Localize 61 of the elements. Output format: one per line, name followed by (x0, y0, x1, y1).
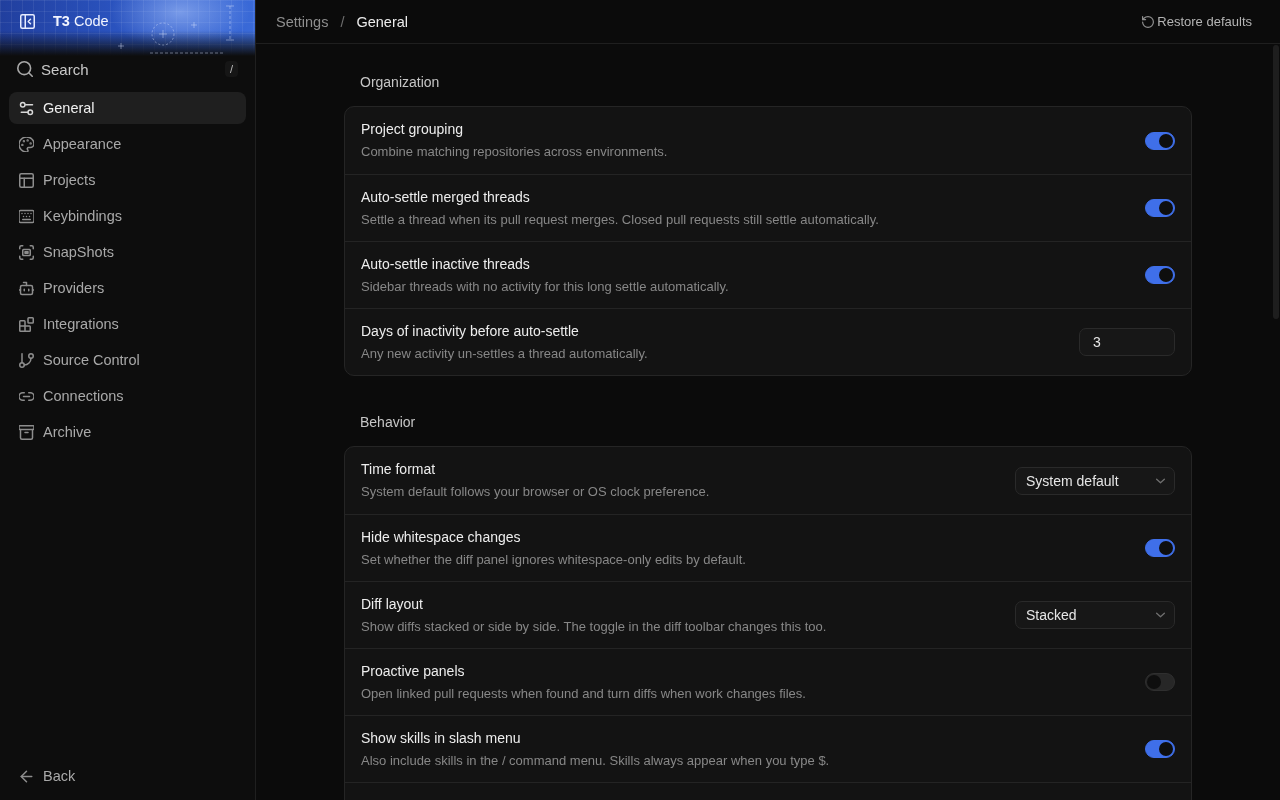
blocks-icon (19, 316, 34, 332)
branch-icon (19, 352, 34, 368)
setting-title: Days of inactivity before auto-settle (361, 321, 580, 340)
collapse-sidebar-icon[interactable] (20, 14, 35, 29)
sidebar-item[interactable]: Source Control (9, 344, 246, 376)
layout-icon (19, 172, 34, 188)
setting-title: Hide whitespace changes (361, 527, 522, 546)
setting-description: Any new activity un-settles a thread automatically. (361, 344, 649, 363)
chevron-down-icon (1156, 612, 1165, 618)
toggle-switch[interactable] (1145, 673, 1175, 691)
breadcrumb-separator: / (340, 13, 345, 30)
sidebar-item[interactable]: Integrations (9, 308, 246, 340)
back-button[interactable]: Back (9, 760, 246, 792)
setting-title: Diff layout (361, 594, 424, 613)
setting-description: System default follows your browser or OS clock preference. (361, 483, 711, 501)
dropdown-select[interactable]: Stacked (1015, 601, 1175, 629)
setting-description: Also include skills in the / command menu. Skills always appear when you type $. (361, 751, 831, 770)
restore-defaults-button[interactable]: Restore defaults (1142, 14, 1252, 29)
toggle-switch[interactable] (1145, 131, 1175, 150)
sidebar-item[interactable]: Appearance (9, 128, 246, 160)
setting-title: Auto-settle inactive threads (361, 254, 531, 273)
setting-description: Set whether the diff panel ignores whitespace-only edits by default. (361, 550, 747, 569)
setting-description: Sidebar threads with no activity for this long settle automatically. (361, 277, 730, 296)
breadcrumb-link[interactable]: Settings (276, 13, 329, 30)
section-heading: Behavior (359, 413, 417, 431)
app-title: T3 Code (53, 13, 109, 30)
number-input[interactable]: 3 (1079, 328, 1175, 356)
toggle-switch[interactable] (1145, 199, 1175, 217)
archive-icon (19, 424, 34, 440)
toggle-switch[interactable] (1145, 740, 1175, 758)
sliders-icon (19, 100, 34, 116)
sidebar-item[interactable]: Keybindings (9, 200, 246, 232)
setting-description: Settle a thread when its pull request merges. Closed pull requests still settle automatically. (361, 210, 880, 229)
setting-title: Auto-settle merged threads (361, 187, 531, 206)
sidebar-item[interactable]: Connections (9, 380, 246, 412)
scan-frame-icon (19, 244, 34, 260)
toggle-switch[interactable] (1145, 539, 1175, 557)
breadcrumb-current: General (356, 13, 409, 30)
setting-title: Time format (361, 460, 437, 478)
dropdown-select[interactable]: System default (1015, 466, 1175, 495)
sidebar-item[interactable]: Projects (9, 164, 246, 196)
rotate-ccw-icon (1142, 15, 1155, 28)
chevron-down-icon (1156, 477, 1165, 484)
setting-description: Combine matching repositories across environments. (361, 143, 669, 161)
bot-icon (19, 280, 34, 296)
search-button[interactable]: Search / (9, 56, 246, 82)
palette-icon (19, 136, 34, 152)
section-heading: Organization (359, 73, 441, 91)
setting-title: Proactive panels (361, 661, 466, 680)
sidebar-item[interactable]: SnapShots (9, 236, 246, 268)
sidebar-item[interactable]: General (9, 92, 246, 124)
search-icon (17, 61, 33, 77)
setting-title: Project grouping (361, 120, 464, 138)
setting-description: Show diffs stacked or side by side. The toggle in the diff toolbar changes this too. (361, 617, 828, 636)
sidebar-item[interactable]: Providers (9, 272, 246, 304)
shortcut-key: / (224, 61, 238, 77)
keyboard-icon (19, 208, 34, 224)
setting-description: Open linked pull requests when found and turn diffs when work changes files. (361, 684, 807, 703)
sidebar-item[interactable]: Archive (9, 416, 246, 448)
setting-title: Show skills in slash menu (361, 728, 522, 747)
toggle-switch[interactable] (1145, 266, 1175, 284)
